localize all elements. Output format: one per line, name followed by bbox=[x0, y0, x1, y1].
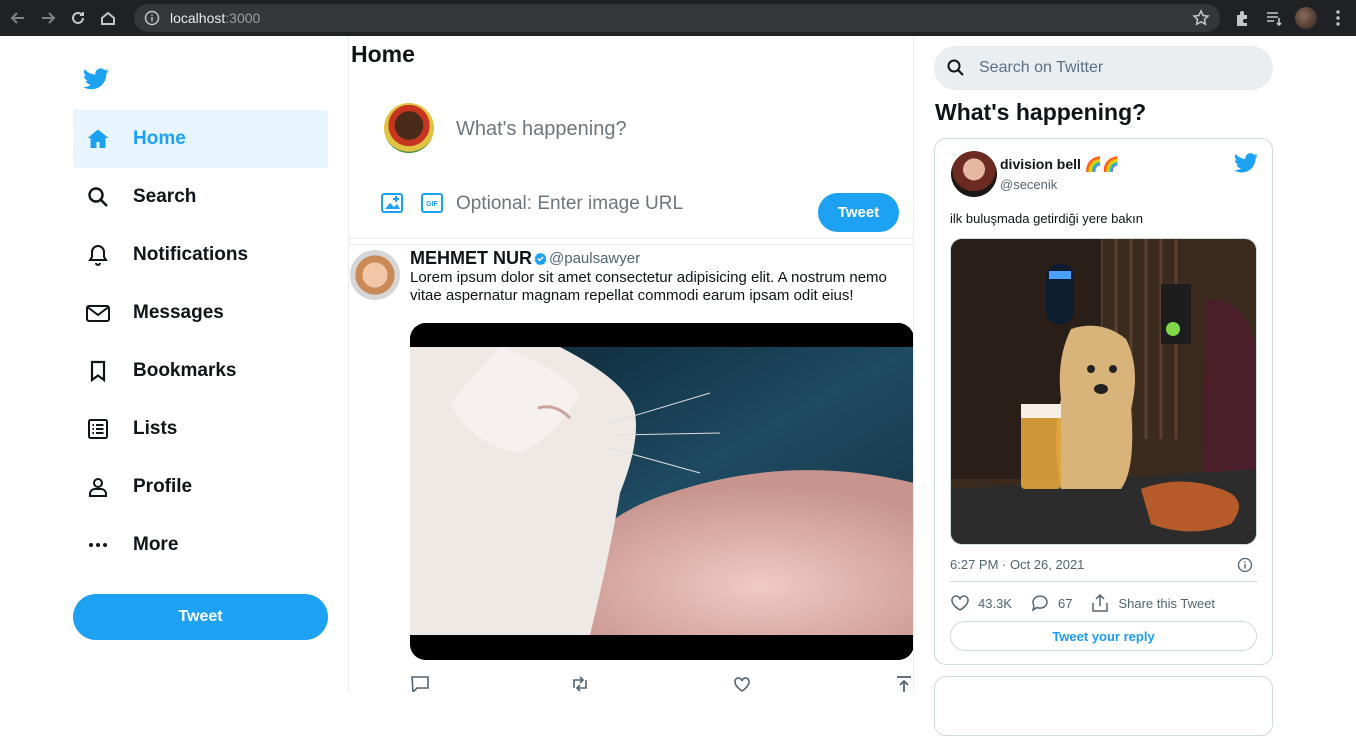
sidebar-item-label: Home bbox=[133, 128, 186, 149]
bell-icon bbox=[85, 242, 111, 268]
reply-count: 67 bbox=[1057, 595, 1073, 611]
person-icon bbox=[85, 474, 111, 500]
url-text: localhost:3000 bbox=[170, 10, 261, 26]
share-label: Share this Tweet bbox=[1118, 595, 1216, 611]
sidebar-item-label: Notifications bbox=[133, 244, 249, 265]
embedded-tweet: division bell 🌈🌈 @secenik ilk buluşmada … bbox=[934, 138, 1273, 665]
page-title: Home bbox=[351, 41, 415, 67]
sidebar-item-profile[interactable]: Profile bbox=[73, 458, 328, 516]
sidebar-item-bookmarks[interactable]: Bookmarks bbox=[73, 342, 328, 400]
left-sidebar: Home Search Notifications Messages Bookm… bbox=[73, 36, 328, 692]
post-text: Lorem ipsum dolor sit amet consectetur a… bbox=[410, 269, 913, 305]
sidebar-tweet-button[interactable]: Tweet bbox=[73, 594, 328, 640]
embed-share[interactable]: Share this Tweet bbox=[1090, 594, 1215, 612]
heart-icon bbox=[951, 595, 969, 611]
sidebar-item-home[interactable]: Home bbox=[73, 110, 328, 168]
embed-avatar[interactable] bbox=[951, 151, 997, 197]
sidebar-item-lists[interactable]: Lists bbox=[73, 400, 328, 458]
divider bbox=[349, 244, 913, 245]
browser-toolbar: localhost:3000 bbox=[0, 0, 1356, 36]
post-author-handle[interactable]: @paulsawyer bbox=[549, 250, 640, 267]
embed-media-image[interactable] bbox=[950, 238, 1257, 545]
info-icon[interactable] bbox=[1237, 557, 1253, 573]
sidebar-item-label: More bbox=[133, 534, 179, 555]
embed-reply[interactable]: 67 bbox=[1030, 594, 1072, 612]
post-avatar[interactable] bbox=[350, 250, 400, 300]
search-icon bbox=[85, 184, 111, 210]
twitter-logo-icon[interactable] bbox=[1234, 151, 1258, 175]
list-icon bbox=[85, 416, 111, 442]
sidebar-item-label: Bookmarks bbox=[133, 360, 237, 381]
sidebar-item-search[interactable]: Search bbox=[73, 168, 328, 226]
address-bar[interactable]: localhost:3000 bbox=[134, 4, 1220, 32]
more-icon bbox=[85, 532, 111, 558]
sidebar-item-messages[interactable]: Messages bbox=[73, 284, 328, 342]
embed-author-handle[interactable]: @secenik bbox=[1000, 177, 1057, 192]
svg-text:GIF: GIF bbox=[426, 201, 438, 208]
compose-avatar bbox=[384, 103, 434, 153]
main-feed: Home GIF Tweet MEHMET NUR @paulsawyer Lo… bbox=[348, 36, 914, 692]
bookmark-star-icon[interactable] bbox=[1192, 9, 1210, 27]
tweet-your-reply-button[interactable]: Tweet your reply bbox=[950, 621, 1257, 651]
search-icon bbox=[947, 59, 964, 76]
reading-list-icon[interactable] bbox=[1262, 6, 1286, 30]
sidebar-item-label: Search bbox=[133, 186, 197, 207]
post-author-name[interactable]: MEHMET NUR bbox=[410, 248, 532, 269]
image-upload-icon[interactable] bbox=[380, 191, 404, 215]
search-input[interactable] bbox=[979, 59, 1249, 77]
embed-actions: 43.3K 67 Share this Tweet bbox=[950, 593, 1257, 613]
site-info-icon[interactable] bbox=[144, 10, 160, 26]
sidebar-item-notifications[interactable]: Notifications bbox=[73, 226, 328, 284]
reload-icon[interactable] bbox=[66, 6, 90, 30]
mail-icon bbox=[85, 300, 111, 326]
search-bar[interactable] bbox=[934, 46, 1273, 90]
twitter-logo-icon[interactable] bbox=[83, 68, 109, 90]
sidebar-item-label: Messages bbox=[133, 302, 224, 323]
reply-icon[interactable] bbox=[410, 674, 430, 692]
embedded-tweet bbox=[934, 676, 1273, 736]
embed-author-name[interactable]: division bell 🌈🌈 bbox=[1000, 156, 1120, 173]
post-text-line: vitae aspernatur magnam repellat commodi… bbox=[410, 287, 854, 304]
happening-title: What's happening? bbox=[935, 99, 1147, 125]
forward-icon[interactable] bbox=[36, 6, 60, 30]
extensions-icon[interactable] bbox=[1230, 6, 1254, 30]
post-header: MEHMET NUR @paulsawyer bbox=[410, 248, 640, 269]
post-text-line: Lorem ipsum dolor sit amet consectetur a… bbox=[410, 269, 887, 286]
right-column: What's happening? division bell 🌈🌈 @sece… bbox=[934, 36, 1274, 736]
bookmark-icon bbox=[85, 358, 111, 384]
retweet-icon[interactable] bbox=[570, 674, 590, 692]
image-url-input[interactable] bbox=[456, 189, 786, 219]
verified-badge-icon bbox=[534, 252, 547, 265]
compose-input[interactable] bbox=[456, 114, 876, 144]
post-actions bbox=[410, 674, 914, 692]
embed-timestamp[interactable]: 6:27 PM · Oct 26, 2021 bbox=[950, 557, 1084, 572]
browser-menu-icon[interactable] bbox=[1326, 6, 1350, 30]
home-icon bbox=[85, 126, 111, 152]
profile-avatar[interactable] bbox=[1294, 6, 1318, 30]
embed-like[interactable]: 43.3K bbox=[950, 594, 1012, 612]
embed-text: ilk buluşmada getirdiği yere bakın bbox=[950, 211, 1143, 226]
post-media-image[interactable] bbox=[410, 323, 913, 660]
sidebar-item-label: Profile bbox=[133, 476, 193, 497]
gif-icon[interactable]: GIF bbox=[420, 191, 444, 215]
back-icon[interactable] bbox=[6, 6, 30, 30]
comment-icon bbox=[1031, 595, 1048, 612]
share-icon[interactable] bbox=[894, 674, 914, 692]
sidebar-item-more[interactable]: More bbox=[73, 516, 328, 574]
compose-tweet-button[interactable]: Tweet bbox=[818, 193, 899, 232]
share-icon bbox=[1092, 594, 1109, 612]
divider bbox=[950, 581, 1257, 582]
sidebar-item-label: Lists bbox=[133, 418, 178, 439]
like-icon[interactable] bbox=[732, 674, 752, 692]
home-browser-icon[interactable] bbox=[96, 6, 120, 30]
divider bbox=[349, 238, 913, 239]
like-count: 43.3K bbox=[978, 595, 1012, 611]
